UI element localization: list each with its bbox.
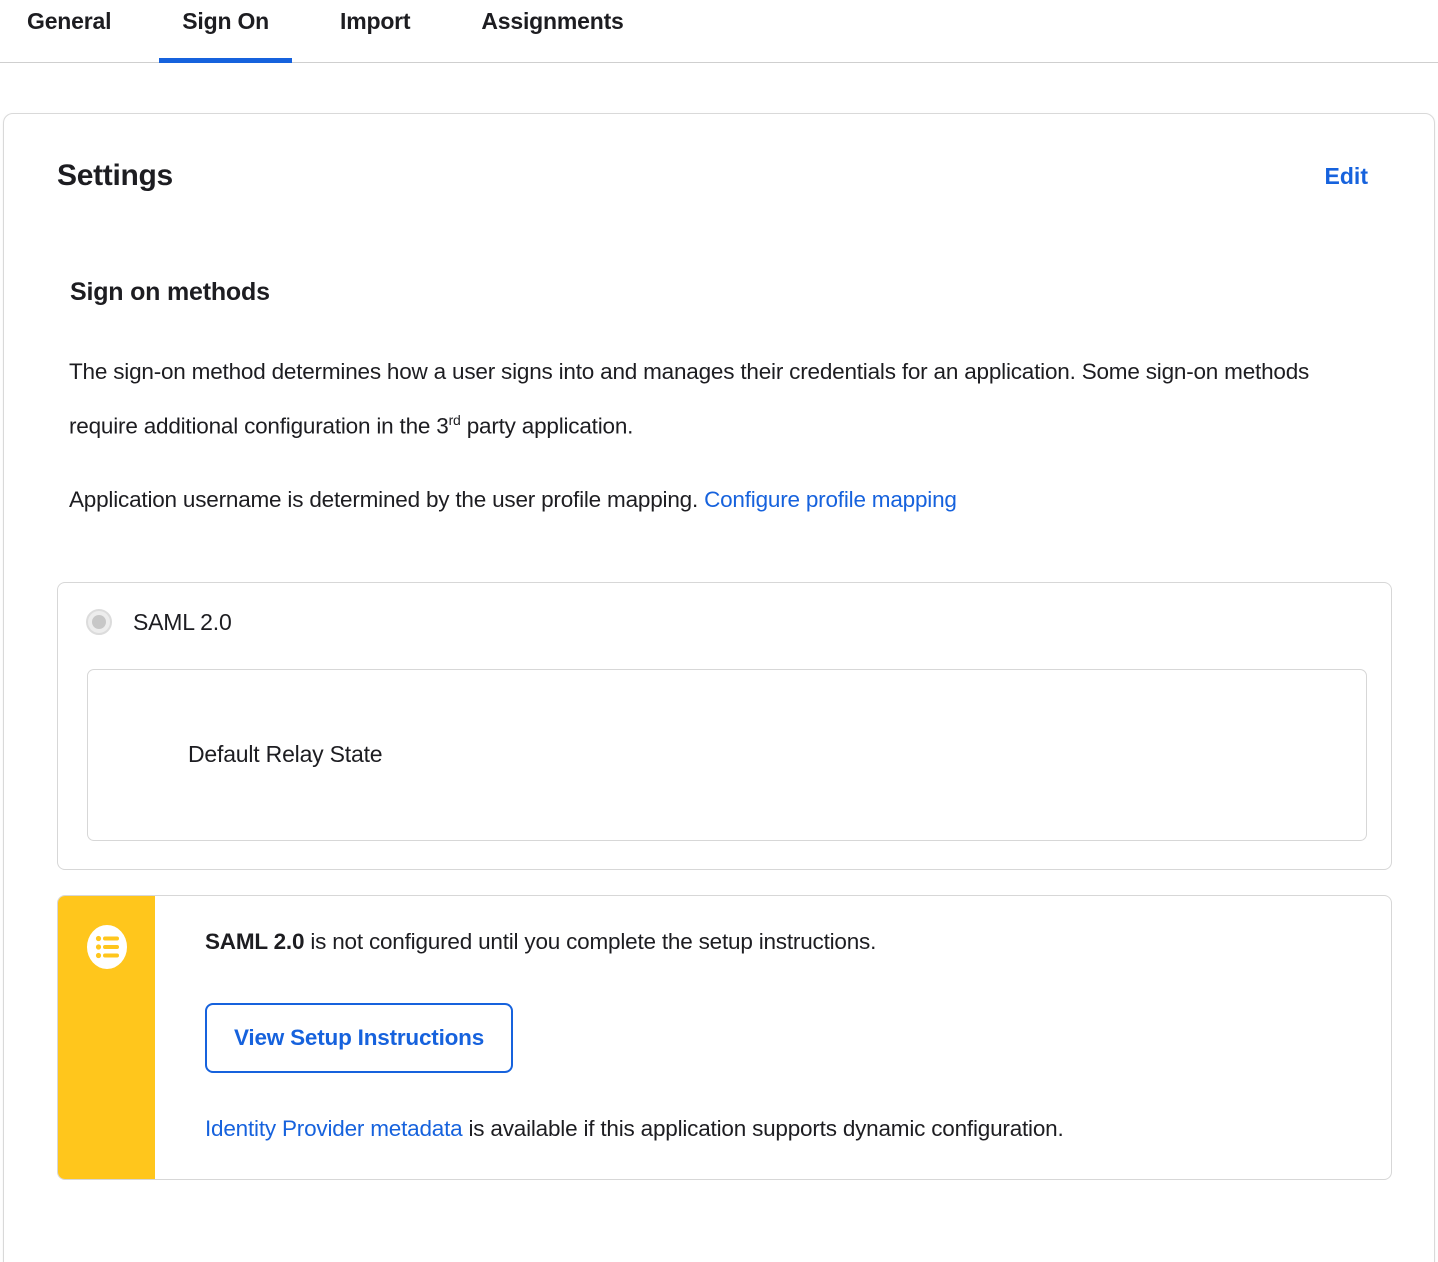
settings-card-header: Settings Edit	[57, 159, 1392, 193]
saml-radio-label: SAML 2.0	[133, 608, 232, 635]
description-superscript: rd	[448, 412, 461, 428]
tab-general[interactable]: General	[4, 0, 134, 62]
metadata-availability-text: is available if this application support…	[462, 1115, 1064, 1141]
callout-body: SAML 2.0 is not configured until you com…	[155, 896, 1391, 1179]
username-mapping-description: Application username is determined by th…	[69, 475, 1339, 524]
sign-on-method-description: The sign-on method determines how a user…	[69, 347, 1339, 451]
tab-sign-on[interactable]: Sign On	[159, 0, 292, 63]
description-text-part1: The sign-on method determines how a user…	[69, 359, 1310, 439]
identity-provider-metadata-link[interactable]: Identity Provider metadata	[205, 1116, 463, 1141]
configure-profile-mapping-link[interactable]: Configure profile mapping	[704, 487, 957, 512]
view-setup-instructions-button[interactable]: View Setup Instructions	[205, 1002, 514, 1073]
saml-option-box: SAML 2.0 Default Relay State	[57, 581, 1392, 870]
callout-message-strong: SAML 2.0	[205, 928, 305, 954]
callout-accent-bar	[58, 895, 155, 1179]
edit-link[interactable]: Edit	[1325, 163, 1368, 190]
tab-assignments[interactable]: Assignments	[458, 0, 646, 62]
saml-not-configured-callout: SAML 2.0 is not configured until you com…	[57, 894, 1392, 1180]
saml-radio-button[interactable]	[86, 609, 112, 635]
list-icon	[86, 924, 127, 969]
callout-message-rest: is not configured until you complete the…	[304, 928, 877, 954]
description-text-part2: party application.	[460, 413, 634, 439]
metadata-availability-line: Identity Provider metadata is available …	[205, 1114, 1351, 1144]
default-relay-state-label: Default Relay State	[188, 741, 383, 767]
default-relay-state-box: Default Relay State	[87, 668, 1367, 841]
username-mapping-text: Application username is determined by th…	[69, 486, 705, 512]
settings-card: Settings Edit Sign on methods The sign-o…	[3, 113, 1435, 1262]
callout-message: SAML 2.0 is not configured until you com…	[205, 927, 1351, 957]
page-title: Settings	[57, 159, 173, 192]
app-tab-bar: General Sign On Import Assignments	[0, 0, 1438, 63]
saml-radio-row: SAML 2.0	[86, 609, 1367, 636]
sign-on-methods-heading: Sign on methods	[70, 278, 270, 306]
tab-import[interactable]: Import	[317, 0, 433, 62]
